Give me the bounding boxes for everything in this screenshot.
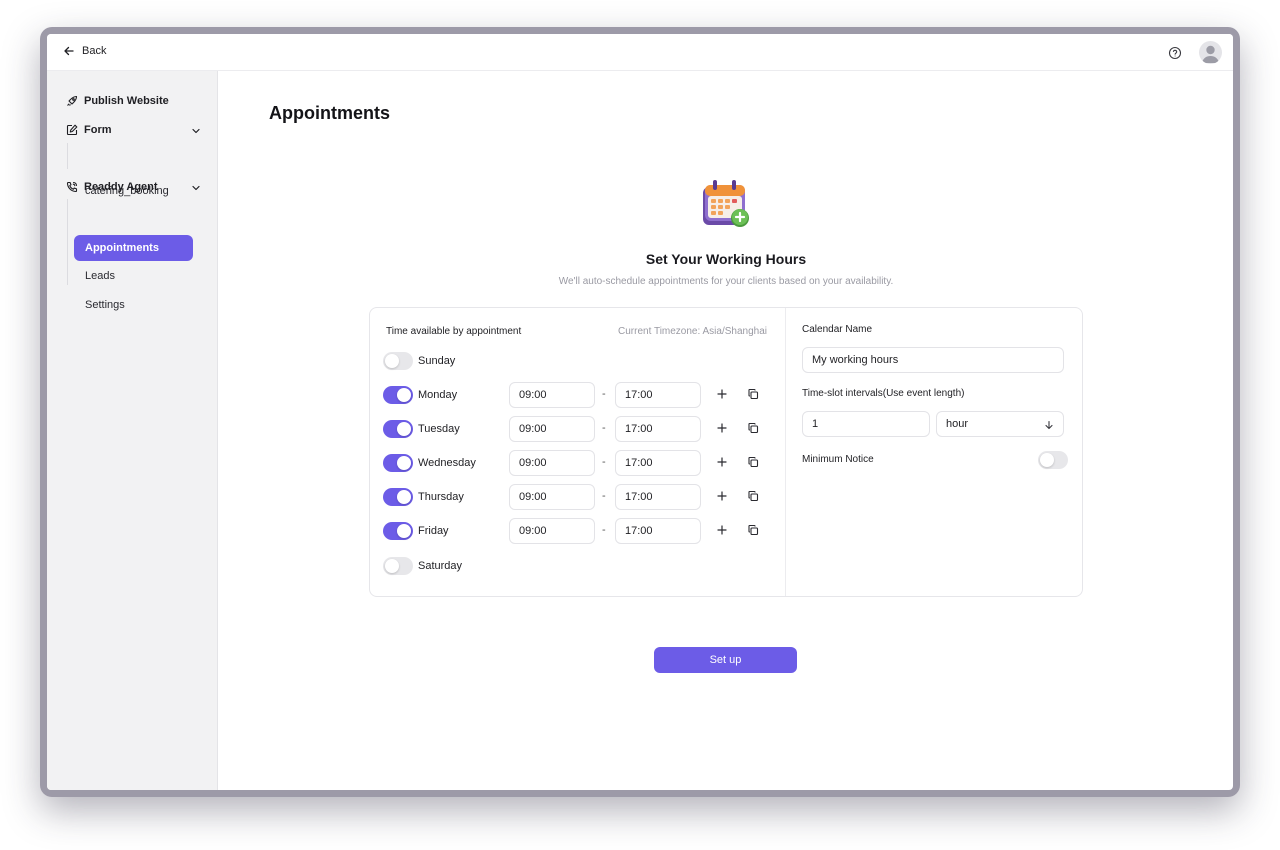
sidebar-item-label: Readdy Agent <box>84 181 158 193</box>
set-up-button[interactable]: Set up <box>654 647 797 673</box>
day-toggle[interactable] <box>383 420 413 438</box>
sidebar-item-label: Publish Website <box>84 95 169 107</box>
hero-title: Set Your Working Hours <box>645 251 807 267</box>
plus-icon[interactable] <box>716 388 728 400</box>
availability-heading: Time available by appointment <box>386 326 522 337</box>
sidebar-item-leads[interactable]: Leads <box>74 263 193 289</box>
day-row-thursday: Thursday 09:00 - 17:00 <box>383 484 773 510</box>
sidebar: Publish Website Form catering_booking Re… <box>47 71 218 790</box>
copy-icon[interactable] <box>747 388 759 400</box>
working-hours-card: Time available by appointment Current Ti… <box>369 307 1083 597</box>
day-row-friday: Friday 09:00 - 17:00 <box>383 518 773 544</box>
app-window: Back Publish Website Form catering_booki… <box>47 34 1233 790</box>
plus-icon[interactable] <box>716 490 728 502</box>
page-title: Appointments <box>269 103 390 123</box>
day-toggle[interactable] <box>383 352 413 370</box>
day-label: Monday <box>418 389 458 401</box>
rocket-icon <box>67 95 78 106</box>
interval-unit-select[interactable]: hour <box>936 411 1064 437</box>
edit-form-icon <box>66 124 78 136</box>
back-button[interactable]: Back <box>63 45 106 57</box>
day-label: Friday <box>418 525 449 537</box>
day-row-monday: Monday 09:00 - 17:00 <box>383 382 773 408</box>
chevron-down-icon[interactable] <box>191 183 201 193</box>
sidebar-item-form[interactable]: Form <box>66 124 112 136</box>
end-time-input[interactable]: 17:00 <box>615 450 701 476</box>
day-row-wednesday: Wednesday 09:00 - 17:00 <box>383 450 773 476</box>
range-separator: - <box>602 456 606 468</box>
timezone-label: Current Timezone: Asia/Shanghai <box>618 326 767 337</box>
interval-unit-value: hour <box>946 418 969 430</box>
day-label: Tuesday <box>418 423 460 435</box>
calendar-name-input[interactable]: My working hours <box>802 347 1064 373</box>
range-separator: - <box>602 422 606 434</box>
start-time-input[interactable]: 09:00 <box>509 484 595 510</box>
calendar-name-label: Calendar Name <box>802 324 873 335</box>
day-label: Sunday <box>418 355 456 367</box>
chevron-down-icon[interactable] <box>191 126 201 136</box>
copy-icon[interactable] <box>747 422 759 434</box>
tree-line <box>67 199 68 285</box>
sidebar-item-settings[interactable]: Settings <box>74 292 193 318</box>
calendar-add-icon <box>703 180 749 227</box>
start-time-input[interactable]: 09:00 <box>509 518 595 544</box>
interval-label: Time-slot intervals(Use event length) <box>802 388 965 399</box>
day-label: Saturday <box>418 560 463 572</box>
day-row-saturday: Saturday <box>383 553 773 579</box>
minimum-notice-label: Minimum Notice <box>802 454 874 465</box>
end-time-input[interactable]: 17:00 <box>615 416 701 442</box>
day-label: Thursday <box>418 491 464 503</box>
copy-icon[interactable] <box>747 490 759 502</box>
sidebar-item-appointments[interactable]: Appointments <box>74 235 193 261</box>
day-toggle[interactable] <box>383 386 413 404</box>
day-row-tuesday: Tuesday 09:00 - 17:00 <box>383 416 773 442</box>
back-label: Back <box>82 45 107 57</box>
start-time-input[interactable]: 09:00 <box>509 416 595 442</box>
end-time-input[interactable]: 17:00 <box>615 484 701 510</box>
copy-icon[interactable] <box>747 524 759 536</box>
start-time-input[interactable]: 09:00 <box>509 382 595 408</box>
plus-icon[interactable] <box>716 422 728 434</box>
user-avatar-icon[interactable] <box>1199 41 1222 64</box>
arrow-down-icon <box>1045 420 1053 430</box>
hero-subtitle: We'll auto-schedule appointments for you… <box>558 276 894 287</box>
plus-icon[interactable] <box>716 524 728 536</box>
range-separator: - <box>602 524 606 536</box>
day-toggle[interactable] <box>383 454 413 472</box>
arrow-left-icon <box>64 46 74 56</box>
range-separator: - <box>602 490 606 502</box>
top-bar: Back <box>47 34 1233 71</box>
day-toggle[interactable] <box>383 488 413 506</box>
minimum-notice-toggle[interactable] <box>1038 451 1068 469</box>
day-toggle[interactable] <box>383 522 413 540</box>
range-separator: - <box>602 388 606 400</box>
card-divider <box>785 308 786 596</box>
interval-value-input[interactable]: 1 <box>802 411 930 437</box>
main-content: Appointments Set Your Working Hours We'l… <box>219 71 1233 790</box>
sidebar-item-publish-website[interactable]: Publish Website <box>66 95 169 107</box>
day-row-sunday: Sunday <box>383 348 773 374</box>
day-toggle[interactable] <box>383 557 413 575</box>
plus-icon[interactable] <box>716 456 728 468</box>
copy-icon[interactable] <box>747 456 759 468</box>
end-time-input[interactable]: 17:00 <box>615 518 701 544</box>
sidebar-item-readdy-agent[interactable]: Readdy Agent <box>66 181 158 193</box>
end-time-input[interactable]: 17:00 <box>615 382 701 408</box>
sidebar-item-label: Form <box>84 124 112 136</box>
tree-line <box>67 143 68 169</box>
help-circle-icon[interactable] <box>1168 46 1182 60</box>
phone-call-icon <box>66 181 78 193</box>
start-time-input[interactable]: 09:00 <box>509 450 595 476</box>
day-label: Wednesday <box>418 457 476 469</box>
